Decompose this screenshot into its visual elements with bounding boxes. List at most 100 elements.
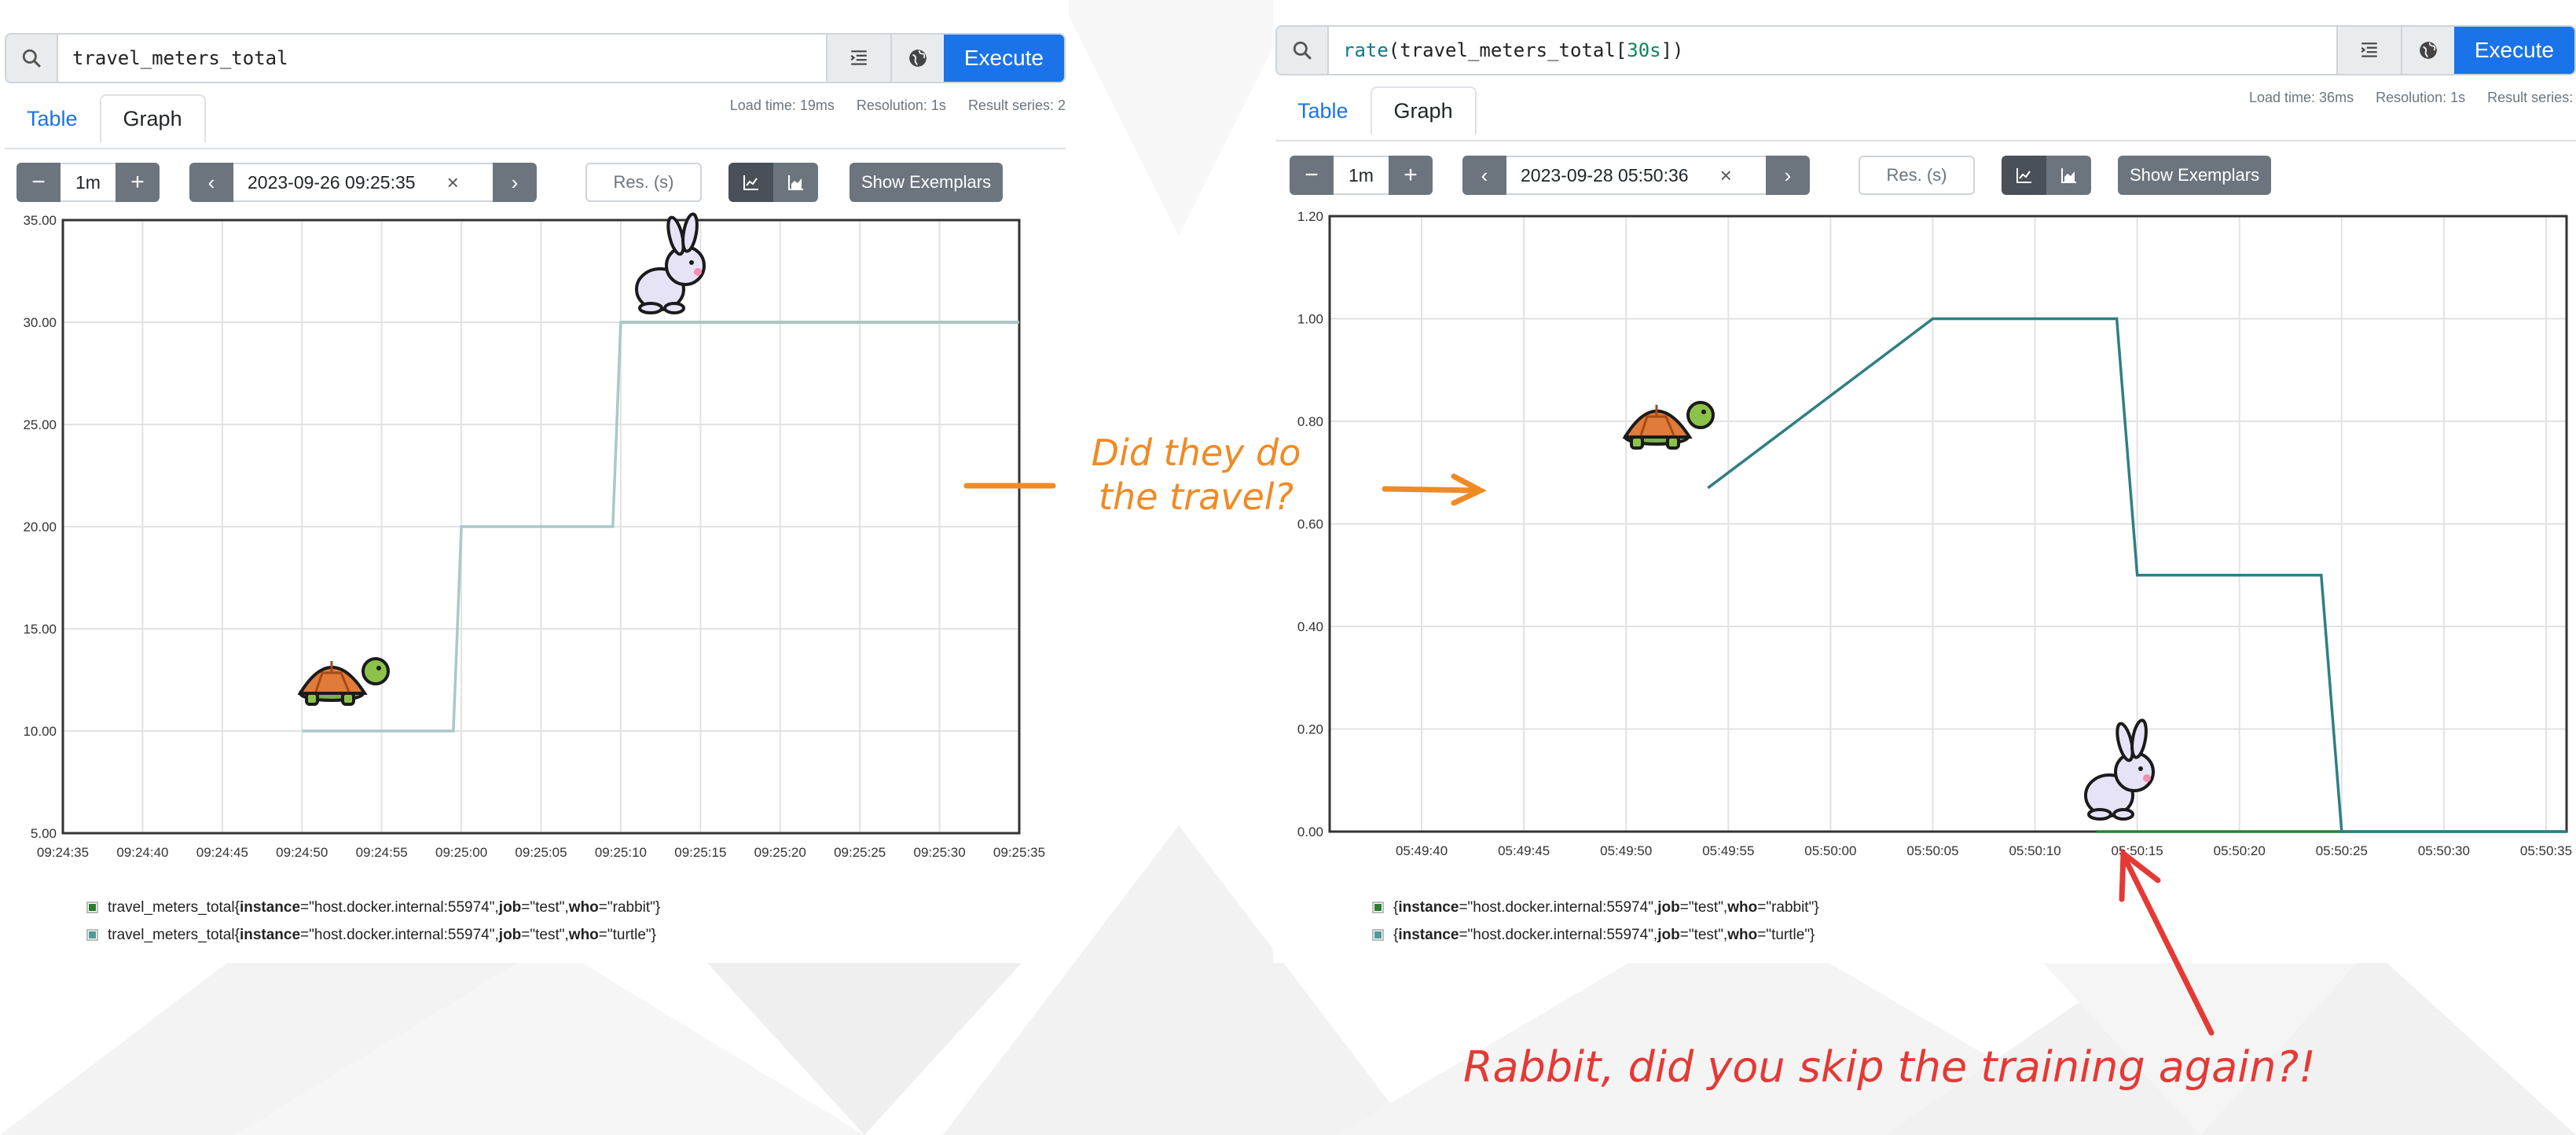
annotation-rabbit-skip: Rabbit, did you skip the training again?… bbox=[1463, 1042, 2316, 1092]
tab-table[interactable]: Table bbox=[5, 96, 100, 142]
query-function: rate bbox=[1343, 39, 1389, 61]
end-time-input[interactable]: 2023-09-28 05:50:36 × bbox=[1506, 156, 1766, 195]
tab-bar: Table Graph bbox=[5, 94, 206, 142]
legend-metric: travel_meters_total bbox=[108, 898, 235, 916]
range-input[interactable]: 1m bbox=[1334, 156, 1389, 195]
range-increase-button[interactable]: + bbox=[116, 163, 160, 202]
execute-button[interactable]: Execute bbox=[943, 35, 1064, 82]
legend-item-rabbit[interactable]: {instance =" host.docker.internal:55974 ", … bbox=[1372, 894, 1819, 921]
tab-graph[interactable]: Graph bbox=[1370, 86, 1477, 134]
result-series: Result series: 2 bbox=[2487, 90, 2576, 105]
y-tick-label: 20.00 bbox=[23, 520, 57, 534]
x-tick-label: 09:25:25 bbox=[834, 845, 886, 860]
line-chart-icon[interactable] bbox=[728, 163, 773, 202]
x-tick-label: 09:25:35 bbox=[993, 845, 1045, 860]
legend-who: turtle bbox=[1771, 926, 1805, 943]
query-input[interactable]: travel_meters_total bbox=[58, 35, 826, 82]
time-back-button[interactable]: ‹ bbox=[189, 163, 233, 202]
x-tick-label: 09:25:20 bbox=[754, 845, 806, 860]
y-tick-label: 15.00 bbox=[23, 622, 57, 637]
resolution-input[interactable]: Res. (s) bbox=[1859, 156, 1975, 195]
globe-icon[interactable] bbox=[890, 35, 944, 82]
legend-who: turtle bbox=[612, 926, 646, 943]
annotation-did-they-travel: Did they do the travel? bbox=[1091, 432, 1301, 518]
left-graph-svg: 5.00 10.00 15.00 20.00 25.00 30.00 35.00 09:24:… bbox=[23, 213, 1045, 860]
plus-icon: + bbox=[130, 169, 145, 195]
right-graph-svg: 0.00 0.20 0.40 0.60 0.80 1.00 1.20 05:49:40 05:4… bbox=[1297, 209, 2572, 858]
execute-button[interactable]: Execute bbox=[2453, 27, 2574, 74]
tab-graph[interactable]: Graph bbox=[99, 94, 206, 142]
format-icon[interactable] bbox=[2336, 27, 2401, 74]
x-tick-label: 09:24:35 bbox=[37, 845, 89, 860]
legend-job: test bbox=[1693, 926, 1719, 943]
show-exemplars-button[interactable]: Show Exemplars bbox=[849, 163, 1004, 202]
show-exemplars-button[interactable]: Show Exemplars bbox=[2118, 156, 2272, 195]
line-chart-icon[interactable] bbox=[2002, 156, 2046, 195]
load-time: Load time: 19ms bbox=[729, 97, 835, 113]
end-time-value: 2023-09-26 09:25:35 bbox=[248, 171, 416, 193]
legend-item-turtle[interactable]: travel_meters_total{instance =" host.docke… bbox=[86, 921, 660, 949]
time-forward-button[interactable]: › bbox=[493, 163, 537, 202]
query-bar: travel_meters_total Execute bbox=[5, 33, 1066, 83]
x-tick-label: 09:25:05 bbox=[515, 845, 567, 860]
range-input[interactable]: 1m bbox=[61, 163, 116, 202]
resolution-input[interactable]: Res. (s) bbox=[585, 163, 702, 202]
x-tick-label: 05:50:30 bbox=[2418, 843, 2470, 858]
load-time: Load time: 36ms bbox=[2249, 90, 2354, 105]
y-tick-label: 35.00 bbox=[23, 213, 57, 228]
result-series: Result series: 2 bbox=[967, 97, 1066, 113]
legend-job: test bbox=[535, 898, 560, 916]
legend-item-rabbit[interactable]: travel_meters_total{instance =" host.docke… bbox=[86, 894, 660, 921]
time-forward-button[interactable]: › bbox=[1766, 156, 1810, 195]
y-tick-label: 1.20 bbox=[1297, 209, 1323, 224]
legend-item-turtle[interactable]: {instance =" host.docker.internal:55974 ", … bbox=[1372, 921, 1819, 949]
x-tick-label: 05:49:55 bbox=[1702, 843, 1754, 858]
chevron-left-icon: ‹ bbox=[207, 170, 215, 194]
query-bar: rate(travel_meters_total[30s]) Execute bbox=[1275, 25, 2576, 75]
y-tick-label: 0.60 bbox=[1297, 517, 1323, 532]
range-decrease-button[interactable]: − bbox=[17, 163, 61, 202]
graph-controls: − 1m + ‹ 2023-09-26 09:25:35 × › Res. (s)… bbox=[17, 163, 1004, 202]
globe-icon[interactable] bbox=[2400, 27, 2454, 74]
tab-table[interactable]: Table bbox=[1275, 88, 1371, 134]
clear-icon[interactable]: × bbox=[447, 171, 459, 195]
x-tick-label: 05:50:00 bbox=[1804, 843, 1856, 858]
x-tick-label: 09:25:15 bbox=[674, 845, 726, 860]
range-decrease-button[interactable]: − bbox=[1290, 156, 1334, 195]
x-tick-label: 05:50:35 bbox=[2520, 843, 2572, 858]
right-prometheus-panel: rate(travel_meters_total[30s]) Execute T… bbox=[1273, 0, 2576, 963]
stacked-chart-icon[interactable] bbox=[773, 163, 818, 202]
legend-instance: host.docker.internal:55974 bbox=[314, 898, 490, 916]
legend-instance: host.docker.internal:55974 bbox=[314, 926, 490, 943]
x-tick-label: 05:50:10 bbox=[2009, 843, 2060, 858]
legend-instance: host.docker.internal:55974 bbox=[1473, 926, 1649, 943]
search-icon bbox=[6, 35, 58, 82]
query-input[interactable]: rate(travel_meters_total[30s]) bbox=[1329, 27, 2336, 74]
resolution: Resolution: 1s bbox=[2376, 90, 2466, 105]
y-tick-label: 0.00 bbox=[1297, 825, 1323, 839]
chart-mode-toggle bbox=[2002, 156, 2091, 195]
range-increase-button[interactable]: + bbox=[1389, 156, 1433, 195]
stacked-chart-icon[interactable] bbox=[2046, 156, 2091, 195]
y-tick-label: 30.00 bbox=[23, 315, 57, 330]
query-stats: Load time: 36ms Resolution: 1s Result seri… bbox=[2227, 90, 2576, 106]
time-back-button[interactable]: ‹ bbox=[1462, 156, 1506, 195]
format-icon[interactable] bbox=[825, 35, 890, 82]
clear-icon[interactable]: × bbox=[1720, 163, 1732, 188]
x-tick-label: 09:24:40 bbox=[116, 845, 168, 860]
y-tick-label: 0.40 bbox=[1297, 619, 1323, 634]
query-stats: Load time: 19ms Resolution: 1s Result seri… bbox=[708, 97, 1066, 114]
x-tick-label: 09:24:50 bbox=[276, 845, 328, 860]
x-tick-label: 09:24:45 bbox=[196, 845, 248, 860]
y-tick-label: 25.00 bbox=[23, 417, 57, 432]
x-tick-label: 09:25:00 bbox=[435, 845, 487, 860]
tab-divider bbox=[1275, 140, 2576, 141]
query-metric: travel_meters_total bbox=[1400, 39, 1616, 61]
legend-metric: travel_meters_total bbox=[108, 926, 235, 943]
y-tick-label: 0.80 bbox=[1297, 414, 1323, 429]
end-time-input[interactable]: 2023-09-26 09:25:35 × bbox=[233, 163, 493, 202]
x-tick-label: 05:50:05 bbox=[1906, 843, 1958, 858]
x-tick-label: 05:49:40 bbox=[1396, 843, 1448, 858]
chevron-right-icon: › bbox=[1784, 163, 1792, 187]
legend-job: test bbox=[1693, 898, 1719, 916]
